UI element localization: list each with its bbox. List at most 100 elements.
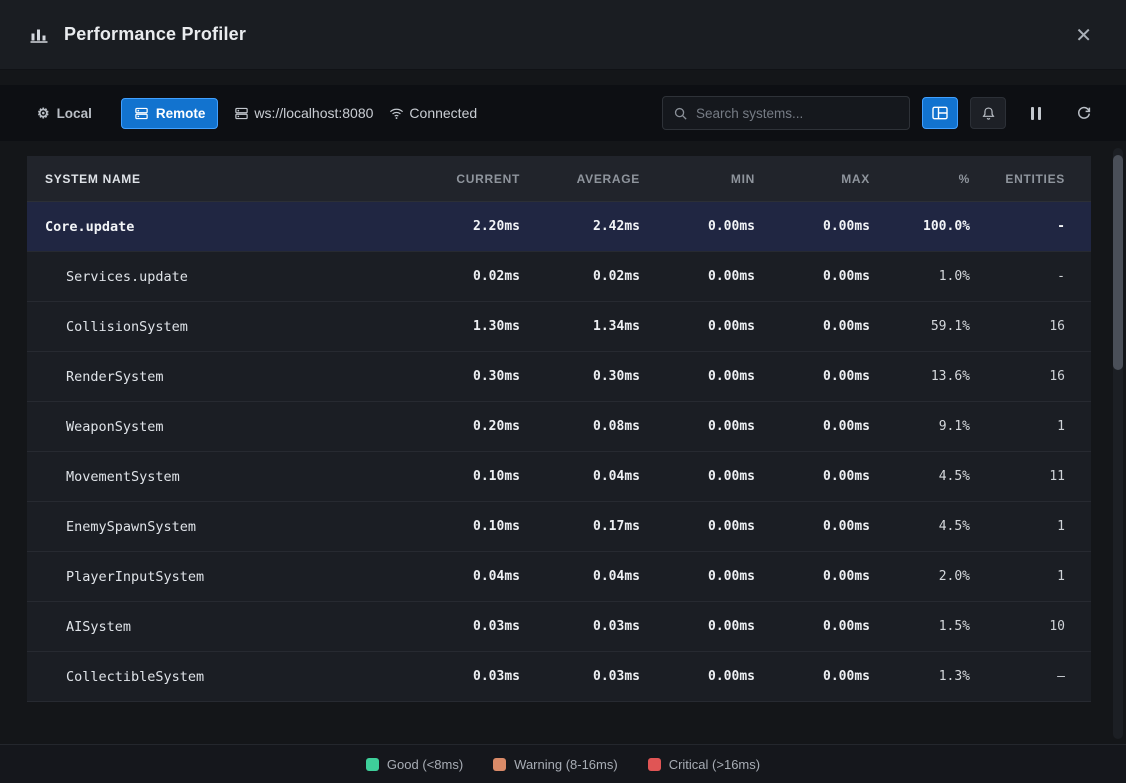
current-cell: 0.02ms <box>400 269 520 284</box>
search-icon <box>673 106 688 121</box>
percent-cell: 13.6% <box>870 369 970 384</box>
max-cell: 0.00ms <box>755 319 870 334</box>
search-box <box>662 96 910 130</box>
current-cell: 0.04ms <box>400 569 520 584</box>
bell-icon <box>981 106 996 121</box>
max-cell: 0.00ms <box>755 519 870 534</box>
refresh-button[interactable] <box>1066 97 1102 129</box>
search-input[interactable] <box>696 106 899 121</box>
table-body: Core.update 2.20ms 2.42ms 0.00ms 0.00ms … <box>27 202 1091 702</box>
scrollbar-thumb[interactable] <box>1113 155 1123 370</box>
legend-swatch <box>493 758 506 771</box>
table-row[interactable]: RenderSystem 0.30ms 0.30ms 0.00ms 0.00ms… <box>27 352 1091 402</box>
legend-label: Critical (>16ms) <box>669 757 760 772</box>
page-title: Performance Profiler <box>64 24 246 45</box>
max-cell: 0.00ms <box>755 669 870 684</box>
current-cell: 0.03ms <box>400 619 520 634</box>
entities-cell: - <box>970 219 1091 234</box>
percent-cell: 1.5% <box>870 619 970 634</box>
average-cell: 1.34ms <box>520 319 640 334</box>
entities-cell: 10 <box>970 619 1091 634</box>
header-current[interactable]: CURRENT <box>400 172 520 186</box>
entities-cell: 1 <box>970 419 1091 434</box>
system-name-cell: CollisionSystem <box>27 319 400 335</box>
close-button[interactable]: ✕ <box>1071 21 1096 49</box>
table-row[interactable]: EnemySpawnSystem 0.10ms 0.17ms 0.00ms 0.… <box>27 502 1091 552</box>
header-max[interactable]: MAX <box>755 172 870 186</box>
header-system-name[interactable]: SYSTEM NAME <box>27 172 400 186</box>
table-header-row: SYSTEM NAME CURRENT AVERAGE MIN MAX % EN… <box>27 156 1091 202</box>
legend-label: Warning (8-16ms) <box>514 757 618 772</box>
system-name-cell: EnemySpawnSystem <box>27 519 400 535</box>
scrollbar-track[interactable] <box>1113 148 1123 739</box>
system-name-cell: PlayerInputSystem <box>27 569 400 585</box>
max-cell: 0.00ms <box>755 569 870 584</box>
legend-item: Critical (>16ms) <box>648 757 760 772</box>
table-row[interactable]: WeaponSystem 0.20ms 0.08ms 0.00ms 0.00ms… <box>27 402 1091 452</box>
table-view-icon <box>932 106 948 120</box>
local-mode-label: Local <box>57 106 92 121</box>
max-cell: 0.00ms <box>755 269 870 284</box>
local-mode-button[interactable]: ⚙ Local <box>24 98 105 129</box>
min-cell: 0.00ms <box>640 669 755 684</box>
pause-icon <box>1031 107 1041 120</box>
header-entities[interactable]: ENTITIES <box>970 172 1091 186</box>
header-average[interactable]: AVERAGE <box>520 172 640 186</box>
bar-chart-icon <box>28 25 50 45</box>
percent-cell: 100.0% <box>870 219 970 234</box>
legend-swatch <box>366 758 379 771</box>
max-cell: 0.00ms <box>755 219 870 234</box>
websocket-url-text: ws://localhost:8080 <box>254 105 373 121</box>
table-row[interactable]: MovementSystem 0.10ms 0.04ms 0.00ms 0.00… <box>27 452 1091 502</box>
pause-button[interactable] <box>1018 97 1054 129</box>
legend-item: Warning (8-16ms) <box>493 757 618 772</box>
table-row[interactable]: Services.update 0.02ms 0.02ms 0.00ms 0.0… <box>27 252 1091 302</box>
legend-label: Good (<8ms) <box>387 757 463 772</box>
average-cell: 0.03ms <box>520 619 640 634</box>
legend-item: Good (<8ms) <box>366 757 463 772</box>
titlebar: Performance Profiler ✕ <box>0 0 1126 70</box>
entities-cell: 1 <box>970 519 1091 534</box>
system-name-cell: CollectibleSystem <box>27 669 400 685</box>
refresh-icon <box>1076 105 1092 121</box>
entities-cell: – <box>970 669 1091 684</box>
current-cell: 0.03ms <box>400 669 520 684</box>
remote-mode-button[interactable]: Remote <box>121 98 219 129</box>
average-cell: 0.08ms <box>520 419 640 434</box>
host-icon <box>234 106 249 121</box>
table-container: SYSTEM NAME CURRENT AVERAGE MIN MAX % EN… <box>0 141 1126 744</box>
current-cell: 0.20ms <box>400 419 520 434</box>
wifi-icon <box>389 107 404 120</box>
max-cell: 0.00ms <box>755 369 870 384</box>
connection-status: Connected <box>389 105 477 121</box>
min-cell: 0.00ms <box>640 219 755 234</box>
current-cell: 1.30ms <box>400 319 520 334</box>
min-cell: 0.00ms <box>640 619 755 634</box>
entities-cell: 1 <box>970 569 1091 584</box>
table-row[interactable]: CollectibleSystem 0.03ms 0.03ms 0.00ms 0… <box>27 652 1091 702</box>
table-row[interactable]: Core.update 2.20ms 2.42ms 0.00ms 0.00ms … <box>27 202 1091 252</box>
average-cell: 0.02ms <box>520 269 640 284</box>
system-name-cell: Core.update <box>27 219 400 235</box>
header-percent[interactable]: % <box>870 172 970 186</box>
percent-cell: 1.0% <box>870 269 970 284</box>
percent-cell: 59.1% <box>870 319 970 334</box>
table-row[interactable]: PlayerInputSystem 0.04ms 0.04ms 0.00ms 0… <box>27 552 1091 602</box>
notifications-button[interactable] <box>970 97 1006 129</box>
systems-table: SYSTEM NAME CURRENT AVERAGE MIN MAX % EN… <box>27 156 1091 702</box>
average-cell: 0.03ms <box>520 669 640 684</box>
average-cell: 0.17ms <box>520 519 640 534</box>
min-cell: 0.00ms <box>640 419 755 434</box>
header-min[interactable]: MIN <box>640 172 755 186</box>
min-cell: 0.00ms <box>640 519 755 534</box>
table-row[interactable]: AISystem 0.03ms 0.03ms 0.00ms 0.00ms 1.5… <box>27 602 1091 652</box>
system-name-cell: AISystem <box>27 619 400 635</box>
percent-cell: 1.3% <box>870 669 970 684</box>
min-cell: 0.00ms <box>640 569 755 584</box>
entities-cell: 16 <box>970 319 1091 334</box>
system-name-cell: WeaponSystem <box>27 419 400 435</box>
toolbar: ⚙ Local Remote <box>0 85 1126 141</box>
table-row[interactable]: CollisionSystem 1.30ms 1.34ms 0.00ms 0.0… <box>27 302 1091 352</box>
system-name-cell: MovementSystem <box>27 469 400 485</box>
table-view-button[interactable] <box>922 97 958 129</box>
